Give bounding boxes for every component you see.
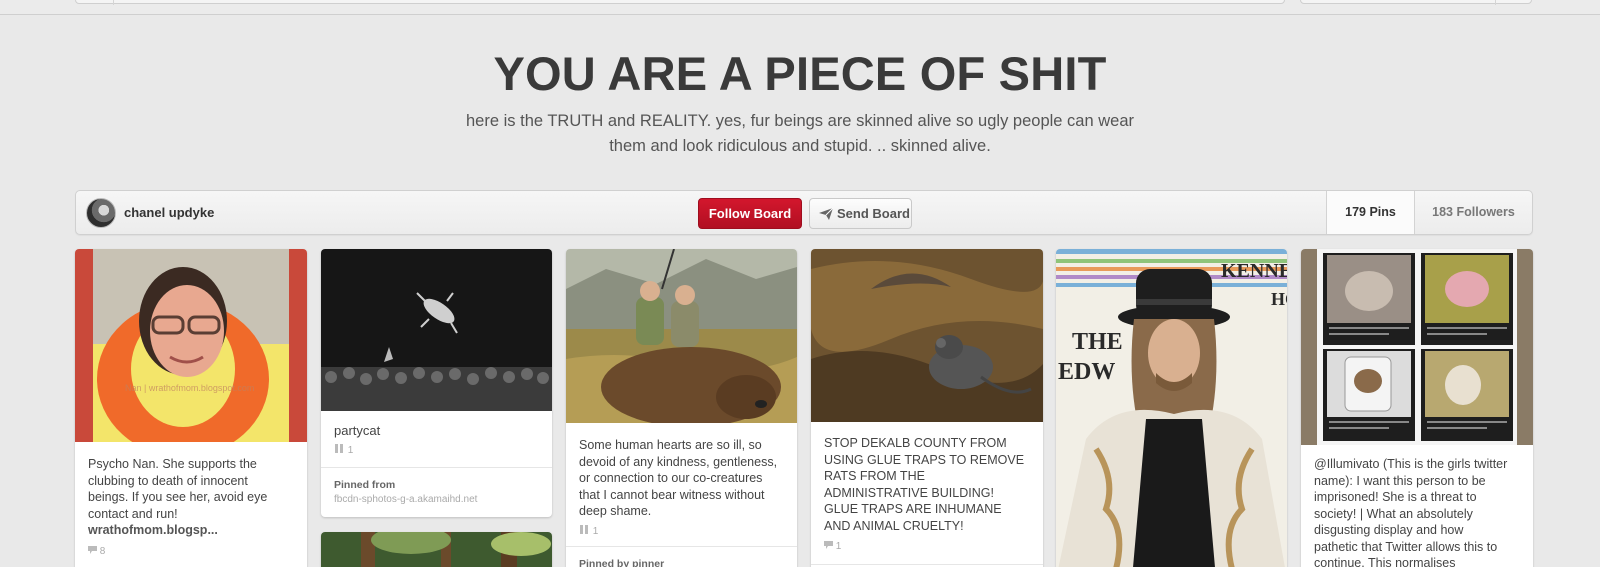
pin-description: partycat: [334, 423, 380, 440]
chevron-down-icon[interactable]: [1495, 0, 1531, 5]
pin-image[interactable]: [811, 249, 1043, 422]
pin-image-watermark: Nan | wrathofmom.blogspot.com: [125, 383, 254, 393]
repin-icon: [580, 525, 588, 534]
pin-card[interactable]: [321, 532, 552, 567]
board-description-line: them and look ridiculous and stupid. .. …: [609, 137, 991, 155]
pin-description-line: @Illumivato (This is the girls twitter: [1314, 457, 1508, 471]
pin-repin-count: 1: [579, 525, 598, 537]
pin-card[interactable]: STOP DEKALB COUNTY FROM USING GLUE TRAPS…: [811, 249, 1043, 567]
board-header-bar: chanel updyke Follow Board Send Board 17…: [75, 190, 1533, 235]
comment-icon: [88, 546, 97, 554]
pin-description: Some human hearts are so ill, so devoid …: [579, 437, 789, 520]
menu-icon[interactable]: [76, 0, 114, 5]
pin-description: STOP DEKALB COUNTY FROM USING GLUE TRAPS…: [824, 435, 1034, 534]
pin-description-line: clubbing to death of innocent: [88, 473, 248, 488]
pinned-from-heading: Pinned from: [334, 479, 396, 491]
pin-description-line: beings. If you see her, avoid eye: [88, 490, 268, 504]
pin-image-sign-text: EDW: [1058, 359, 1115, 385]
pin-description-line: continue. This normalises: [1314, 556, 1456, 567]
pin-description-line: RATS FROM THE: [824, 469, 925, 483]
pin-comment-count: 8: [88, 546, 105, 557]
pin-card[interactable]: @Illumivato (This is the girls twitter n…: [1301, 249, 1533, 567]
pinned-by-heading: Pinned by pinner: [579, 558, 665, 567]
pinned-from-source[interactable]: fbcdn-sphotos-g-a.akamaihd.net: [334, 494, 477, 505]
send-board-button[interactable]: Send Board: [809, 198, 912, 229]
pin-image[interactable]: [566, 249, 797, 423]
pin-description-line: STOP DEKALB COUNTY FROM: [824, 436, 1007, 450]
pin-image-sign-text: HO: [1271, 289, 1287, 309]
pin-description-line: Some human hearts are so ill, so: [579, 438, 762, 452]
pin-repin-count: 1: [334, 444, 353, 456]
pin-card[interactable]: partycat 1 Pinned from fbcdn-sphotos-g-a…: [321, 249, 552, 517]
pin-image-sign-text: KENNE: [1221, 260, 1287, 282]
pin-image[interactable]: KENNE HO THE EDW: [1056, 249, 1287, 567]
send-board-label: Send Board: [837, 206, 910, 221]
pin-description-line: disgusting display and how: [1314, 523, 1464, 537]
board-title: YOU ARE A PIECE OF SHIT: [493, 47, 1107, 100]
pin-description-line: pathetic that Twitter allows this to: [1314, 539, 1498, 554]
send-icon: [819, 208, 833, 220]
pin-image[interactable]: [1301, 249, 1533, 445]
board-owner-name[interactable]: chanel updyke: [124, 205, 214, 220]
pin-description-line: society! | What an absolutely: [1314, 506, 1473, 521]
board-description-line: here is the TRUTH and REALITY. yes, fur …: [466, 112, 1134, 130]
pin-description-line: or connection to our co-creatures: [579, 471, 763, 485]
pin-card[interactable]: KENNE HO THE EDW: [1056, 249, 1287, 567]
pin-card[interactable]: Nan | wrathofmom.blogspot.com Psycho Nan…: [75, 249, 307, 567]
top-navigation-bar: [0, 0, 1600, 15]
repin-icon: [335, 444, 343, 453]
pins-count-tab[interactable]: 179 Pins: [1326, 191, 1414, 234]
pin-source-link[interactable]: wrathofmom.blogsp...: [88, 522, 298, 539]
pin-image[interactable]: [321, 249, 552, 411]
pin-divider: [321, 467, 552, 468]
avatar[interactable]: [86, 198, 116, 228]
pin-description-line: AND ANIMAL CRUELTY!: [824, 518, 964, 533]
pin-description-line: contact and run!: [88, 506, 178, 521]
follow-board-button[interactable]: Follow Board: [698, 198, 802, 229]
pin-description-line: ADMINISTRATIVE BUILDING!: [824, 485, 994, 500]
pin-divider: [811, 564, 1043, 565]
pin-image[interactable]: Nan | wrathofmom.blogspot.com: [75, 249, 307, 442]
board-description: here is the TRUTH and REALITY. yes, fur …: [440, 109, 1160, 159]
pin-image-sign-text: THE: [1072, 329, 1123, 355]
pin-description-line: GLUE TRAPS ARE INHUMANE: [824, 502, 1002, 516]
pin-description-line: deep shame.: [579, 504, 652, 518]
pin-description-line: USING GLUE TRAPS TO REMOVE: [824, 452, 1025, 467]
pin-divider: [566, 546, 797, 547]
pin-description: Psycho Nan. She supports the clubbing to…: [88, 456, 298, 539]
pin-image[interactable]: [321, 532, 552, 567]
search-input[interactable]: [75, 0, 1285, 5]
comment-icon: [824, 541, 833, 549]
pin-description-line: Psycho Nan. She supports the: [88, 457, 257, 471]
followers-count-tab[interactable]: 183 Followers: [1414, 191, 1532, 234]
pin-description-line: devoid of any kindness, gentleness,: [579, 454, 778, 469]
pin-description-line: name): I want this person to be: [1314, 473, 1486, 488]
pin-description-line: imprisoned! She is a threat to: [1314, 490, 1477, 504]
pin-card[interactable]: Some human hearts are so ill, so devoid …: [566, 249, 797, 567]
pin-comment-count: 1: [824, 541, 841, 552]
user-menu[interactable]: [1300, 0, 1532, 5]
pin-description-line: that I cannot bear witness without: [579, 487, 765, 502]
pin-description-line: partycat: [334, 423, 381, 438]
pin-description: @Illumivato (This is the girls twitter n…: [1314, 456, 1529, 567]
